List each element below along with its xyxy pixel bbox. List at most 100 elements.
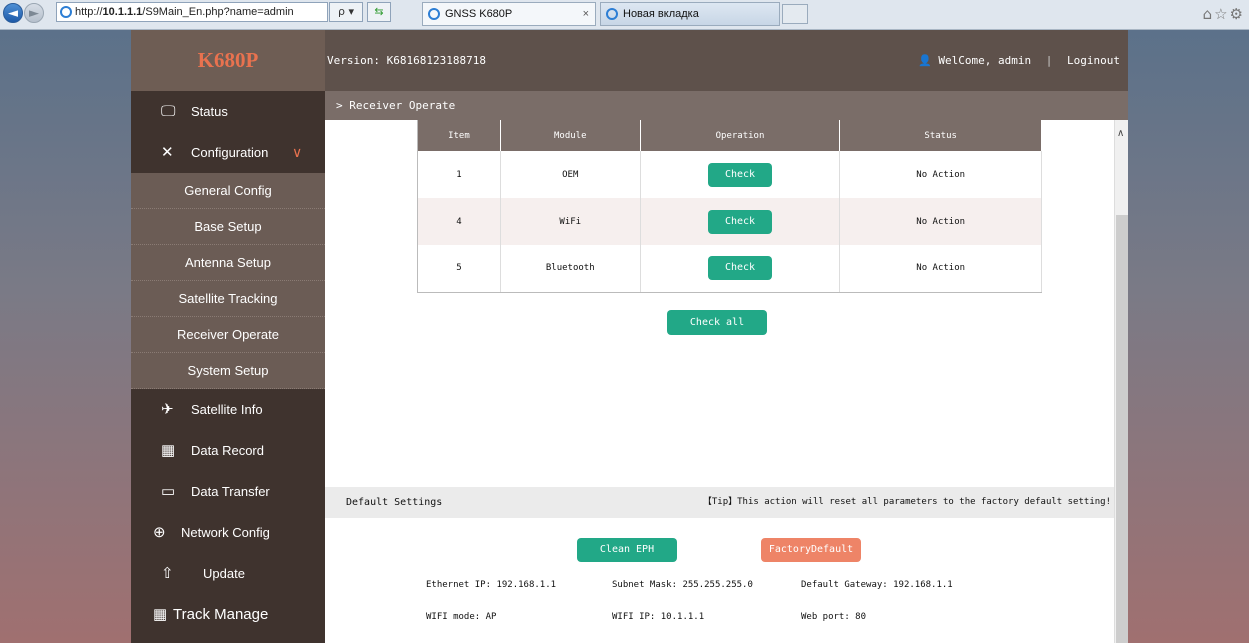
address-bar[interactable]: http://10.1.1.1/S9Main_En.php?name=admin [56,2,328,22]
ie-page-icon [60,6,72,18]
breadcrumb: > Receiver Operate [325,91,1128,120]
sidebar: 🖵 Status ✕ Configuration ∨ General Confi… [131,91,325,643]
welcome-text: WelCome, admin [938,54,1032,67]
sidebar-sub-base-setup[interactable]: Base Setup [131,209,325,245]
back-arrow-icon[interactable]: ◄ [3,3,23,23]
ie-tab-icon [606,8,618,20]
default-gateway-text: Default Gateway: 192.168.1.1 [801,580,953,590]
computer-icon: ▭ [161,483,176,500]
sidebar-item-label: Data Transfer [191,484,270,499]
column-header: Item [417,120,501,151]
sidebar-item-label: Status [191,104,228,119]
version-label: Version: K68168123188718 [327,54,486,67]
sidebar-item-label: Satellite Info [191,402,263,417]
vertical-scrollbar[interactable]: ∧ [1114,120,1128,643]
toolbar-icons[interactable]: ⌂☆⚙ [1203,5,1245,23]
cell-item: 1 [417,151,501,198]
sidebar-item-data-transfer[interactable]: ▭ Data Transfer [131,471,325,512]
web-port-text: Web port: 80 [801,612,867,622]
sidebar-sub-satellite-tracking[interactable]: Satellite Tracking [131,281,325,317]
tab-label: GNSS K680P [445,8,513,20]
sidebar-sub-antenna-setup[interactable]: Antenna Setup [131,245,325,281]
sidebar-item-data-record[interactable]: ▦ Data Record [131,430,325,471]
wifi-mode-text: WIFI mode: AP [426,612,497,622]
cell-item: 4 [417,198,501,245]
favorites-star-icon[interactable]: ☆ [1214,5,1229,23]
table-row: 4 WiFi Check No Action [417,198,1042,245]
new-tab-button[interactable] [782,4,808,24]
url-path: /S9Main_En.php?name=admin [142,6,294,18]
ethernet-ip-text: Ethernet IP: 192.168.1.1 [426,580,557,590]
address-controls[interactable]: ρ ▾ ⇆ [329,2,399,22]
column-header: Module [500,120,641,151]
globe-icon: ⊕ [153,524,166,541]
logout-link[interactable]: Loginout [1067,54,1120,67]
web-page: K680P Version: K68168123188718 👤 WelCome… [131,30,1128,643]
sidebar-item-configuration[interactable]: ✕ Configuration ∨ [131,132,325,173]
cell-operation: Check [640,151,841,198]
tab-label: Новая вкладка [623,8,699,20]
sidebar-item-label: Update [203,566,245,581]
check-all-button[interactable]: Check all [667,310,767,335]
sidebar-sub-system-setup[interactable]: System Setup [131,353,325,389]
chevron-down-icon: ∨ [292,144,303,160]
tab-gnss-k680p[interactable]: GNSS K680P × [422,2,596,26]
check-button[interactable]: Check [708,209,772,234]
monitor-icon: 🖵 [161,103,176,120]
column-header: Status [839,120,1042,151]
sidebar-sub-general-config[interactable]: General Config [131,173,325,209]
url-host: 10.1.1.1 [102,6,143,18]
upload-icon: ⇧ [161,565,174,582]
cell-module: OEM [500,151,641,198]
url-prefix: http:// [75,6,103,18]
header-separator: | [1045,54,1053,67]
sidebar-item-satellite-info[interactable]: ✈ Satellite Info [131,389,325,430]
cell-status: No Action [839,198,1042,245]
default-settings-bar: Default Settings 【Tip】This action will r… [325,487,1114,518]
home-icon[interactable]: ⌂ [1203,5,1215,23]
ie-tab-icon [428,8,440,20]
sidebar-item-network-config[interactable]: ⊕ Network Config [131,512,325,553]
tools-icon: ✕ [161,144,174,161]
sidebar-item-label: Configuration [191,145,269,160]
clean-eph-button[interactable]: Clean EPH [577,538,677,562]
brand-logo: K680P [131,30,325,91]
column-header: Operation [640,120,841,151]
sidebar-item-label: Data Record [191,443,264,458]
sidebar-sub-receiver-operate[interactable]: Receiver Operate [131,317,325,353]
tab-close-icon[interactable]: × [583,3,589,25]
cell-module: Bluetooth [500,245,641,293]
cell-status: No Action [839,245,1042,293]
satellite-icon: ✈ [161,401,174,418]
calendar-icon: ▦ [161,442,176,459]
scrollbar-thumb[interactable] [1116,215,1128,643]
forward-arrow-icon[interactable]: ► [24,3,44,23]
cell-status: No Action [839,151,1042,198]
table-row: 1 OEM Check No Action [417,151,1042,198]
sidebar-item-track-manage[interactable]: ▦ Track Manage [131,594,325,635]
table-header-row: Item Module Operation Status [417,120,1042,151]
check-button[interactable]: Check [708,162,772,187]
default-settings-title: Default Settings [346,497,443,508]
sidebar-item-update[interactable]: ⇧ Update [131,553,325,594]
user-icon: 👤 [918,54,932,67]
subnet-mask-text: Subnet Mask: 255.255.255.0 [612,580,753,590]
refresh-icon[interactable]: ⇆ [367,2,391,22]
browser-chrome: ◄ ► http://10.1.1.1/S9Main_En.php?name=a… [0,0,1249,30]
sidebar-item-status[interactable]: 🖵 Status [131,91,325,132]
module-table: Item Module Operation Status 1 OEM Check… [417,120,1042,293]
top-header: K680P Version: K68168123188718 👤 WelCome… [131,30,1128,91]
tab-new-tab[interactable]: Новая вкладка [600,2,780,26]
check-button[interactable]: Check [708,256,772,281]
settings-gear-icon[interactable]: ⚙ [1230,5,1245,23]
sidebar-item-label: Network Config [181,525,270,540]
cell-item: 5 [417,245,501,293]
scroll-up-arrow-icon[interactable]: ∧ [1117,128,1124,139]
sidebar-item-label: Track Manage [173,606,269,623]
cell-operation: Check [640,198,841,245]
search-dropdown-button[interactable]: ρ ▾ [329,2,363,22]
user-area: 👤 WelCome, admin | Loginout [918,30,1120,91]
default-settings-tip: 【Tip】This action will reset all paramete… [702,497,1111,507]
table-row: 5 Bluetooth Check No Action [417,245,1042,293]
factory-default-button[interactable]: FactoryDefault [761,538,861,562]
